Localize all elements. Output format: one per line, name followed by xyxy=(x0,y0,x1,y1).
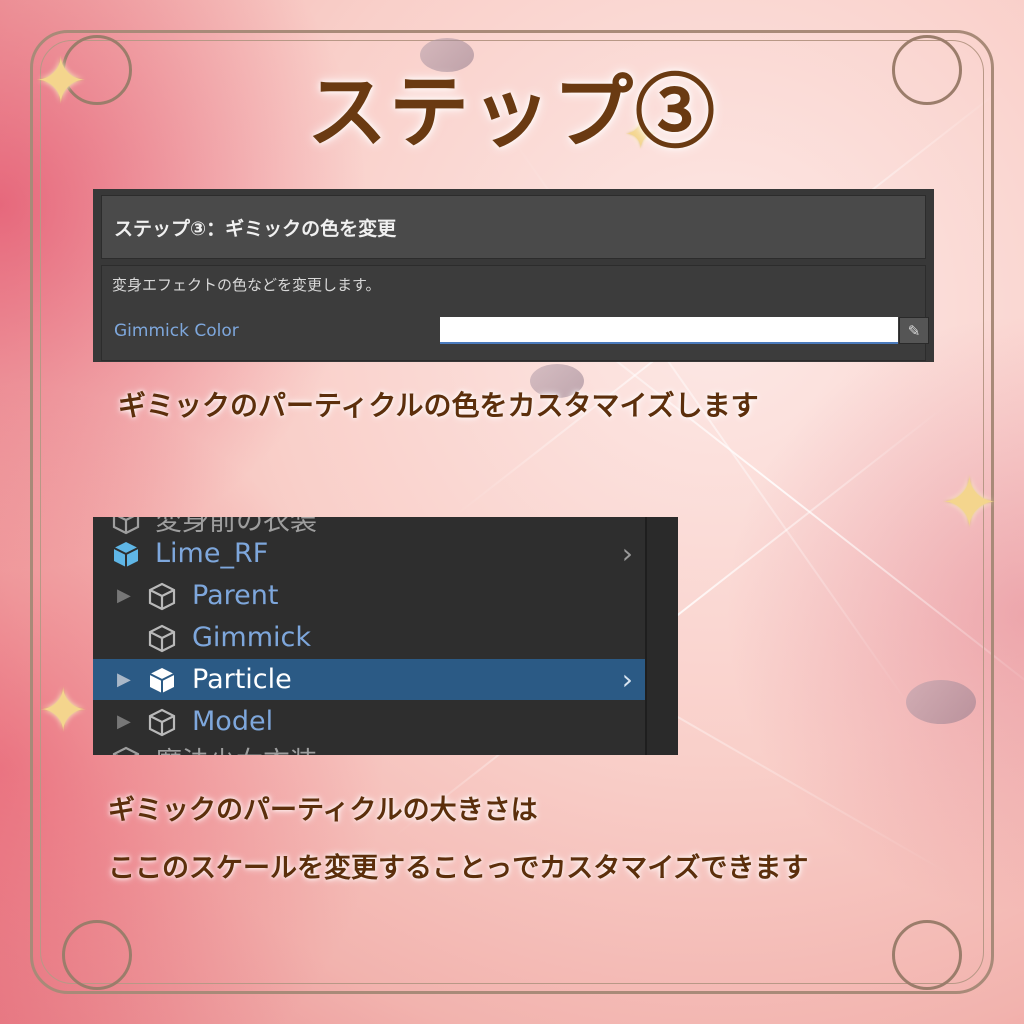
hierarchy-row-lime-rf[interactable]: Lime_RF › xyxy=(93,533,645,574)
hierarchy-item-label: Particle xyxy=(192,664,292,695)
sparkle-star-icon: ✦ xyxy=(940,462,999,544)
hierarchy-item-label: Lime_RF xyxy=(155,538,269,569)
gameobject-cube-icon xyxy=(148,624,176,653)
hierarchy-row-gimmick[interactable]: Gimmick xyxy=(93,617,645,658)
frame-corner-ornament xyxy=(62,920,132,990)
expand-arrow-icon[interactable]: ▶ xyxy=(117,669,131,690)
inspector-section-header[interactable]: ステップ③：ギミックの色を変更 xyxy=(101,195,926,259)
gameobject-cube-icon xyxy=(148,708,176,737)
expand-arrow-icon[interactable]: ▶ xyxy=(117,711,131,732)
inspector-section-body: 変身エフェクトの色などを変更します。 Gimmick Color ✎ xyxy=(101,265,929,361)
caption-size-line2: ここのスケールを変更することっでカスタマイズできます xyxy=(108,853,809,884)
caption-size-line1: ギミックのパーティクルの大きさは xyxy=(108,795,538,826)
hierarchy-item-label: 魔法少女衣装 xyxy=(155,740,317,755)
page-title: ステップ③ xyxy=(307,65,717,159)
expand-arrow-icon[interactable]: ▶ xyxy=(117,585,131,606)
hierarchy-scrollbar[interactable] xyxy=(645,517,678,755)
frame-corner-ornament xyxy=(892,920,962,990)
eyedropper-icon[interactable]: ✎ xyxy=(899,317,929,344)
decorative-frame-inner xyxy=(40,40,984,984)
hierarchy-panel: 変身前の衣装 Lime_RF › ▶ Parent Gimmick ▶ Part… xyxy=(93,517,678,755)
caption-color: ギミックのパーティクルの色をカスタマイズします xyxy=(118,389,759,422)
hierarchy-item-label: Parent xyxy=(192,580,279,611)
gimmick-color-field[interactable] xyxy=(440,317,898,344)
gameobject-cube-icon xyxy=(149,668,175,693)
hierarchy-row-model[interactable]: ▶ Model xyxy=(93,701,645,742)
chevron-right-icon[interactable]: › xyxy=(622,537,633,570)
prefab-cube-icon xyxy=(113,542,139,567)
hierarchy-row-parent[interactable]: ▶ Parent xyxy=(93,575,645,616)
gameobject-cube-icon xyxy=(148,582,176,611)
chevron-right-icon[interactable]: › xyxy=(622,663,633,696)
hierarchy-row-cut-bottom[interactable]: 魔法少女衣装 xyxy=(93,739,645,755)
sparkle-star-icon: ✦ xyxy=(38,676,89,746)
inspector-panel: ステップ③：ギミックの色を変更 変身エフェクトの色などを変更します。 Gimmi… xyxy=(93,189,934,362)
candy-decoration xyxy=(906,680,976,724)
gimmick-color-label: Gimmick Color xyxy=(114,321,239,341)
inspector-description: 変身エフェクトの色などを変更します。 xyxy=(112,276,381,294)
hierarchy-item-label: Model xyxy=(192,706,274,737)
hierarchy-row-particle[interactable]: ▶ Particle › xyxy=(93,659,645,700)
gameobject-cube-icon xyxy=(112,746,140,755)
hierarchy-item-label: Gimmick xyxy=(192,622,312,653)
